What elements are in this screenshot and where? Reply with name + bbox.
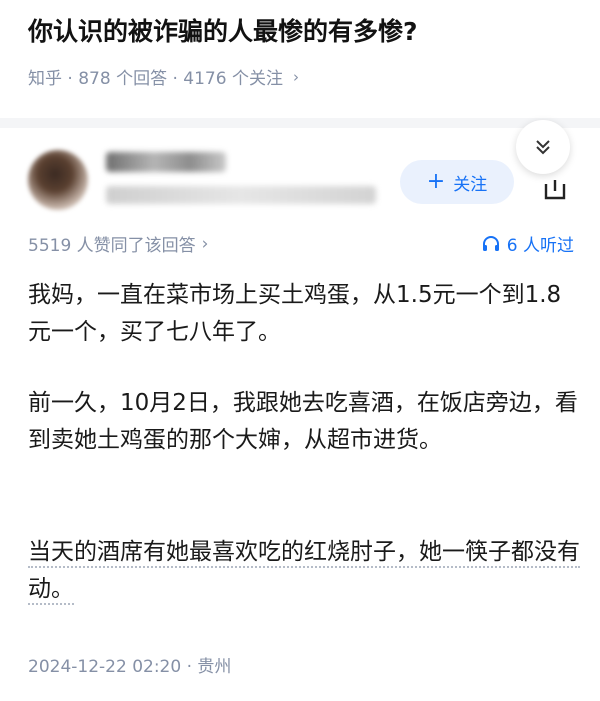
author-bio-blurred	[106, 186, 376, 204]
avatar[interactable]	[28, 150, 88, 210]
share-icon[interactable]	[540, 172, 570, 202]
answer-paragraph-3[interactable]: 当天的酒席有她最喜欢吃的红烧肘子，她一筷子都没有动。	[28, 534, 580, 608]
upvote-text: 5519 人赞同了该回答	[28, 236, 196, 256]
follow-button[interactable]: + 关注	[400, 160, 514, 204]
question-meta-text: 知乎 · 878 个回答 · 4176 个关注	[28, 69, 283, 89]
section-divider	[0, 118, 600, 128]
listeners-count[interactable]: 6 人听过	[481, 231, 574, 256]
double-chevron-down-icon	[536, 140, 550, 155]
question-meta[interactable]: 知乎 · 878 个回答 · 4176 个关注 ›	[28, 64, 299, 90]
chevron-right-icon: ›	[201, 233, 209, 254]
chevron-right-icon: ›	[292, 67, 299, 86]
headphones-icon	[482, 235, 499, 251]
answer-paragraph-1: 我妈，一直在菜市场上买土鸡蛋，从1.5元一个到1.8元一个，买了七八年了。	[28, 282, 562, 345]
collapse-button[interactable]	[516, 120, 570, 174]
answer-timestamp-location: 2024-12-22 02:20 · 贵州	[28, 657, 232, 677]
listeners-text: 6 人听过	[506, 236, 574, 256]
upvote-count[interactable]: 5519 人赞同了该回答 ›	[28, 231, 209, 257]
question-title[interactable]: 你认识的被诈骗的人最惨的有多惨?	[28, 12, 588, 52]
plus-icon: +	[426, 169, 446, 194]
author-name-blurred[interactable]	[106, 152, 226, 172]
highlighted-text[interactable]: 当天的酒席有她最喜欢吃的红烧肘子，她一筷子都没有动。	[28, 539, 580, 605]
follow-button-label: 关注	[453, 174, 488, 195]
answer-paragraph-2: 前一久，10月2日，我跟她去吃喜酒，在饭店旁边，看到卖她土鸡蛋的那个大婶，从超市…	[28, 390, 578, 453]
